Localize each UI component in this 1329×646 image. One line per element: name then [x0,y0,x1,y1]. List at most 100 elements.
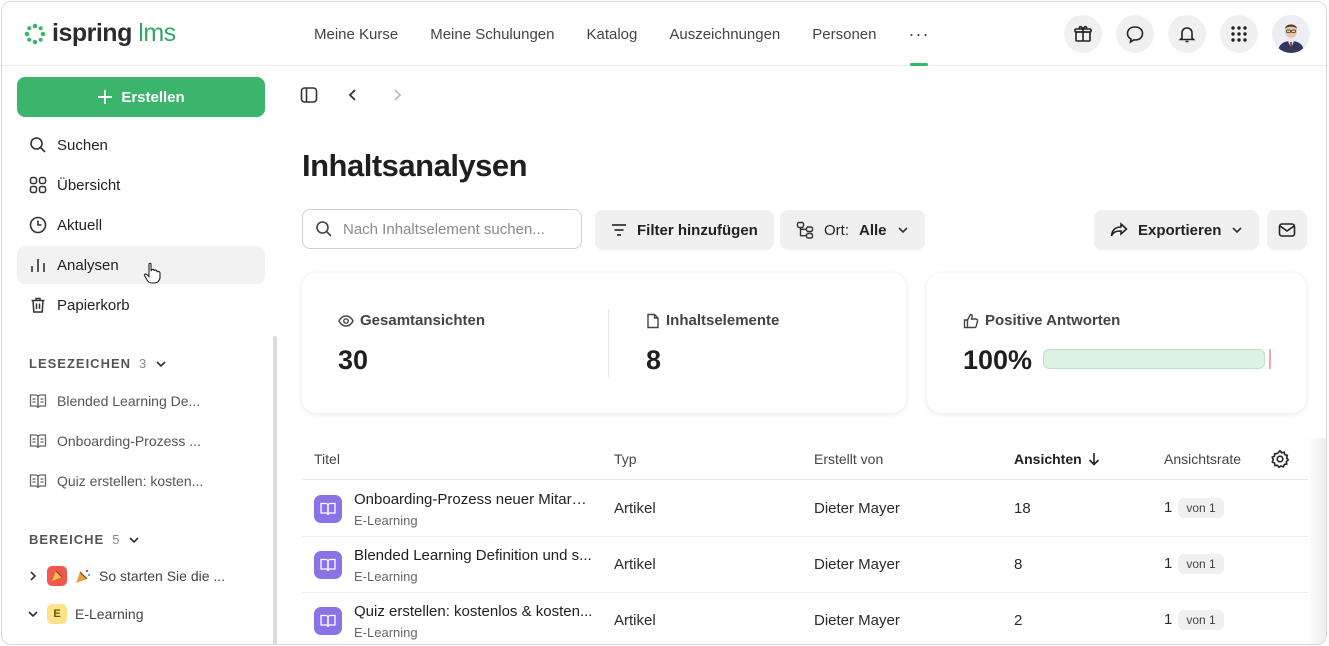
search-box[interactable] [302,209,582,249]
table-settings-button[interactable] [1270,449,1290,469]
row-title[interactable]: Onboarding-Prozess neuer Mitarbeiter [354,491,594,508]
main-content: Inhaltsanalysen Filter hinzufügen Ort: A… [282,66,1326,644]
sidebar-scrollbar[interactable] [273,336,277,644]
nav-more-button[interactable]: ··· [893,2,946,66]
content-items-label: Inhaltselemente [646,312,779,329]
gift-button[interactable] [1064,15,1102,53]
logo[interactable]: ispring lms [24,19,176,48]
column-view-rate[interactable]: Ansichtsrate [1164,451,1241,467]
notifications-button[interactable] [1168,15,1206,53]
email-button[interactable] [1267,210,1307,250]
add-filter-button[interactable]: Filter hinzufügen [595,210,774,250]
apps-grid-icon [1231,26,1247,42]
main-nav: Meine Kurse Meine Schulungen Katalog Aus… [298,2,945,66]
rate-badge: von 1 [1178,610,1224,630]
area-item[interactable]: So starten Sie die ... [27,561,225,591]
nav-meine-kurse[interactable]: Meine Kurse [298,2,414,66]
nav-katalog[interactable]: Katalog [570,2,653,66]
export-button[interactable]: Exportieren [1094,210,1260,250]
user-avatar-image [1272,15,1310,53]
page-title: Inhaltsanalysen [302,148,528,183]
chevron-down-icon [897,227,908,234]
book-icon [29,474,47,489]
row-title[interactable]: Blended Learning Definition und s... [354,547,594,564]
bar-chart-icon [31,259,45,272]
article-icon [314,607,342,635]
filter-icon [612,224,626,236]
nav-meine-schulungen[interactable]: Meine Schulungen [414,2,570,66]
apps-button[interactable] [1220,15,1258,53]
bookmarks-section-header[interactable]: LESEZEICHEN 3 [29,356,167,371]
table-row[interactable]: Onboarding-Prozess neuer Mitarbeiter E-L… [302,481,1308,537]
row-area: E-Learning [354,625,418,640]
row-view-rate: 1 von 1 [1164,610,1224,630]
bookmarks-count: 3 [139,356,148,371]
nav-auszeichnungen[interactable]: Auszeichnungen [653,2,796,66]
article-icon [314,495,342,523]
nav-personen[interactable]: Personen [796,2,892,66]
table-scroll-shadow [1306,438,1326,644]
book-icon [29,434,47,449]
toggle-sidebar-button[interactable] [298,84,320,106]
table-row[interactable]: Blended Learning Definition und s... E-L… [302,537,1308,593]
positive-responses-bar [1043,349,1265,369]
search-icon [316,221,332,237]
row-type: Artikel [614,500,656,517]
top-bar: ispring lms Meine Kurse Meine Schulungen… [2,2,1326,66]
area-label: So starten Sie die ... [99,568,226,584]
rate-badge: von 1 [1178,498,1224,518]
sidebar-item-aktuell[interactable]: Aktuell [17,206,265,244]
column-type[interactable]: Typ [614,451,637,467]
row-view-rate: 1 von 1 [1164,498,1224,518]
area-label: E-Learning [75,606,144,622]
row-views: 8 [1014,556,1023,573]
gift-icon [1074,25,1092,42]
toolbar [298,84,408,106]
total-views-value: 30 [338,345,369,375]
ispring-logo-icon [24,23,46,44]
eye-icon [338,314,354,327]
chat-icon [1126,26,1144,44]
chevron-left-icon [348,89,356,101]
create-button[interactable]: Erstellen [17,77,265,117]
sidebar-item-papierkorb[interactable]: Papierkorb [17,286,265,324]
bookmark-item[interactable]: Onboarding-Prozess ... [29,426,201,456]
bookmarks-title: LESEZEICHEN [29,356,132,371]
areas-count: 5 [112,532,121,547]
location-select[interactable]: Ort: Alle [780,210,925,250]
forward-button[interactable] [386,84,408,106]
areas-section-header[interactable]: BEREICHE 5 [29,532,140,547]
party-popper-icon [76,569,90,583]
column-views[interactable]: Ansichten [1014,451,1100,467]
trash-icon [31,297,45,313]
column-title[interactable]: Titel [314,451,340,467]
create-button-label: Erstellen [121,88,185,106]
row-type: Artikel [614,556,656,573]
chat-button[interactable] [1116,15,1154,53]
mail-icon [1278,223,1296,237]
search-icon [30,137,46,153]
stats-divider [608,309,609,377]
bookmark-item[interactable]: Quiz erstellen: kosten... [29,466,203,496]
chevron-down-icon [156,360,166,367]
sidebar-item-analysen[interactable]: Analysen [17,246,265,284]
bookmark-label: Quiz erstellen: kosten... [57,473,204,489]
brand-name: ispring [52,19,132,47]
bookmark-item[interactable]: Blended Learning De... [29,386,200,416]
positive-responses-bar-fill [1043,349,1265,369]
row-title[interactable]: Quiz erstellen: kostenlos & kosten... [354,603,594,620]
user-avatar[interactable] [1272,15,1310,53]
search-input[interactable] [343,220,563,238]
table-row[interactable]: Quiz erstellen: kostenlos & kosten... E-… [302,593,1308,644]
back-button[interactable] [342,84,364,106]
area-item-e-learning[interactable]: E E-Learning [27,599,144,629]
sidebar-toggle-icon [300,87,318,103]
sidebar-item-suchen[interactable]: Suchen [17,126,265,164]
column-author[interactable]: Erstellt von [814,451,883,467]
chevron-down-icon [28,611,38,618]
row-area: E-Learning [354,513,418,528]
row-views: 18 [1014,500,1031,517]
sidebar-item-uebersicht[interactable]: Übersicht [17,166,265,204]
gear-icon [1271,449,1290,469]
row-author: Dieter Mayer [814,612,900,629]
